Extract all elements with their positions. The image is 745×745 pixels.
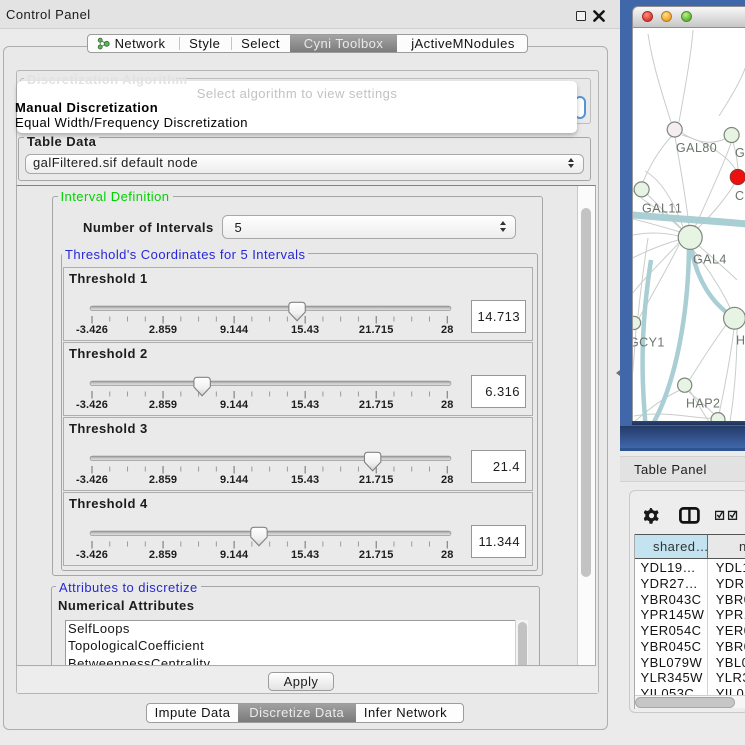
svg-text:HAP2: HAP2: [686, 397, 720, 411]
svg-text:28: 28: [441, 549, 454, 561]
svg-text:GAL: GAL: [735, 146, 745, 160]
svg-text:GAL11: GAL11: [642, 202, 682, 216]
svg-text:-3.426: -3.426: [76, 474, 108, 486]
svg-text:-3.426: -3.426: [76, 324, 108, 336]
svg-text:9.144: 9.144: [220, 474, 249, 486]
svg-text:21.715: 21.715: [359, 324, 394, 336]
svg-text:21.715: 21.715: [359, 399, 394, 411]
svg-text:28: 28: [441, 474, 454, 486]
svg-text:15.43: 15.43: [291, 399, 319, 411]
svg-text:28: 28: [441, 399, 454, 411]
svg-text:GCY1: GCY1: [633, 336, 665, 350]
svg-text:9.144: 9.144: [220, 324, 249, 336]
svg-text:21.715: 21.715: [359, 474, 394, 486]
svg-text:2.859: 2.859: [149, 474, 177, 486]
svg-text:GAL80: GAL80: [676, 141, 717, 155]
svg-text:9.144: 9.144: [220, 549, 249, 561]
svg-text:2.859: 2.859: [149, 549, 177, 561]
svg-text:H: H: [736, 334, 745, 348]
svg-text:9.144: 9.144: [220, 399, 249, 411]
svg-text:GAL4: GAL4: [693, 253, 727, 267]
svg-text:-3.426: -3.426: [76, 549, 108, 561]
svg-text:15.43: 15.43: [291, 549, 319, 561]
svg-text:2.859: 2.859: [149, 324, 177, 336]
svg-text:21.715: 21.715: [359, 549, 394, 561]
svg-text:-3.426: -3.426: [76, 399, 108, 411]
svg-text:C: C: [735, 189, 744, 203]
svg-text:2.859: 2.859: [149, 399, 177, 411]
svg-text:15.43: 15.43: [291, 324, 319, 336]
svg-text:15.43: 15.43: [291, 474, 319, 486]
svg-text:28: 28: [441, 324, 454, 336]
